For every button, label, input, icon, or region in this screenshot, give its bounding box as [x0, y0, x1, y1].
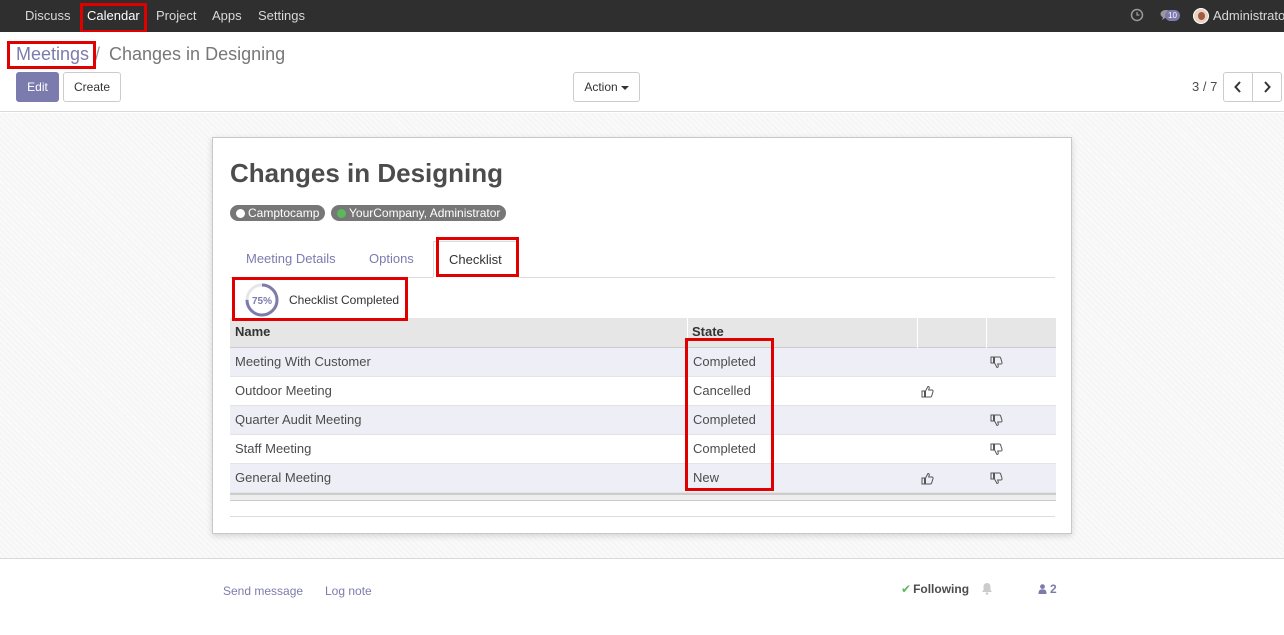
breadcrumb-separator: /: [95, 44, 101, 64]
user-avatar[interactable]: [1193, 8, 1209, 24]
followers-count: 2: [1050, 582, 1057, 596]
check-icon: ✔: [901, 582, 912, 596]
thumbs-down-icon[interactable]: [990, 443, 1003, 456]
breadcrumb-meetings[interactable]: Meetings: [16, 44, 89, 65]
breadcrumb-current: Changes in Designing: [109, 44, 286, 64]
action-dropdown-button[interactable]: Action: [573, 72, 640, 102]
sheet-divider: [230, 516, 1055, 517]
checklist-item-name: General Meeting: [235, 470, 332, 485]
log-note-link[interactable]: Log note: [325, 584, 372, 598]
attendee-status-dot: [236, 209, 245, 218]
checklist-table: Name State Meeting With Customer Complete…: [230, 318, 1056, 501]
edit-button[interactable]: Edit: [16, 72, 59, 102]
pager-previous-button[interactable]: [1223, 72, 1253, 102]
top-navbar: Discuss Calendar Project Apps Settings 1…: [0, 0, 1284, 32]
column-divider: [687, 318, 688, 348]
table-row[interactable]: Staff Meeting Completed: [230, 435, 1056, 464]
attendee-status-dot: [337, 209, 346, 218]
table-row[interactable]: General Meeting New: [230, 464, 1056, 493]
checklist-item-name: Quarter Audit Meeting: [235, 412, 362, 427]
column-header-state[interactable]: State: [692, 318, 724, 348]
table-body: Meeting With Customer Completed Outdoor Me…: [230, 348, 1056, 493]
checklist-item-state: Cancelled: [693, 383, 751, 398]
menu-discuss[interactable]: Discuss: [25, 0, 71, 32]
attendee-name: YourCompany, Administrator: [349, 206, 501, 220]
chevron-right-icon: [1264, 81, 1271, 93]
thumbs-up-icon[interactable]: [921, 472, 934, 485]
menu-settings[interactable]: Settings: [258, 0, 305, 32]
bell-icon[interactable]: [981, 582, 993, 595]
attendee-tag-administrator[interactable]: YourCompany, Administrator: [331, 205, 507, 221]
caret-down-icon: [620, 85, 629, 90]
tab-options[interactable]: Options: [369, 241, 414, 278]
progress-percent-text: 75%: [252, 296, 272, 307]
action-button-label: Action: [584, 80, 618, 94]
checklist-item-state: Completed: [693, 412, 756, 427]
checklist-item-name: Outdoor Meeting: [235, 383, 332, 398]
tab-checklist[interactable]: Checklist: [433, 241, 518, 278]
create-button[interactable]: Create: [63, 72, 121, 102]
attendee-name: Camptocamp: [248, 206, 320, 220]
thumbs-down-icon[interactable]: [990, 414, 1003, 427]
thumbs-down-icon[interactable]: [990, 356, 1003, 369]
column-header-name[interactable]: Name: [235, 318, 270, 348]
table-footer: [230, 493, 1056, 501]
checklist-item-name: Staff Meeting: [235, 441, 312, 456]
table-header: Name State: [230, 318, 1056, 348]
attendee-tag-camptocamp[interactable]: Camptocamp: [230, 205, 326, 221]
thumbs-up-icon[interactable]: [921, 385, 934, 398]
form-sheet: Changes in Designing Camptocamp YourComp…: [212, 137, 1072, 534]
pager-value: 3 / 7: [1192, 79, 1218, 94]
thumbs-down-icon[interactable]: [990, 472, 1003, 485]
followers-button[interactable]: 2: [1038, 582, 1057, 596]
progress-label: Checklist Completed: [289, 293, 400, 307]
record-title: Changes in Designing: [230, 158, 504, 188]
pager-next-button[interactable]: [1252, 72, 1282, 102]
following-label: Following: [913, 582, 970, 596]
following-button[interactable]: ✔ Following: [901, 582, 969, 596]
checklist-item-state: Completed: [693, 441, 756, 456]
checklist-item-state: New: [693, 470, 720, 485]
table-row[interactable]: Outdoor Meeting Cancelled: [230, 377, 1056, 406]
column-divider: [917, 318, 918, 348]
chevron-left-icon: [1234, 81, 1241, 93]
user-icon: [1038, 584, 1047, 594]
control-panel: Meetings / Changes in Designing Edit Cre…: [0, 32, 1284, 112]
menu-calendar[interactable]: Calendar: [87, 0, 140, 32]
checklist-item-name: Meeting With Customer: [235, 354, 371, 369]
activity-clock-icon[interactable]: [1130, 8, 1144, 22]
send-message-link[interactable]: Send message: [223, 584, 303, 598]
user-menu[interactable]: Administrator: [1213, 0, 1284, 32]
menu-project[interactable]: Project: [156, 0, 196, 32]
message-count-badge: 10: [1165, 10, 1180, 21]
checklist-item-state: Completed: [693, 354, 756, 369]
tabs-baseline: [230, 277, 1055, 278]
table-row[interactable]: Meeting With Customer Completed: [230, 348, 1056, 377]
tab-meeting-details[interactable]: Meeting Details: [246, 241, 336, 278]
checklist-progress-ring: 75%: [245, 283, 279, 317]
column-divider: [986, 318, 987, 348]
menu-apps[interactable]: Apps: [212, 0, 242, 32]
table-row[interactable]: Quarter Audit Meeting Completed: [230, 406, 1056, 435]
